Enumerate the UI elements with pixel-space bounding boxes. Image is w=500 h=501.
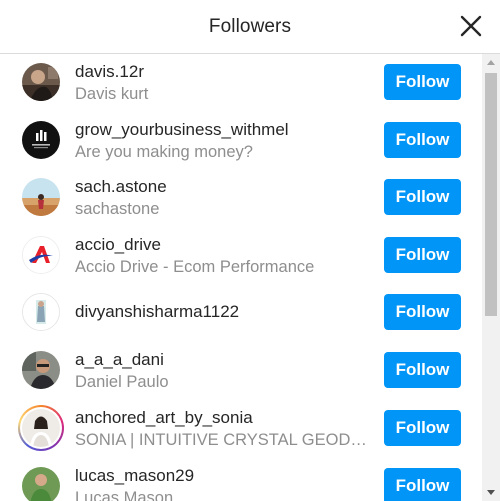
follower-username[interactable]: lucas_mason29 xyxy=(75,465,375,487)
avatar[interactable] xyxy=(22,351,60,389)
follow-button[interactable]: Follow xyxy=(384,237,461,273)
dialog-title: Followers xyxy=(208,15,292,37)
avatar[interactable] xyxy=(22,121,60,159)
avatar[interactable] xyxy=(22,178,60,216)
scroll-up-button[interactable] xyxy=(482,54,500,71)
scroll-down-button[interactable] xyxy=(482,484,500,501)
story-ring-avatar-icon xyxy=(22,409,60,447)
followers-dialog: Followers davis.12r Davis kurt Follow gr… xyxy=(0,0,500,501)
follower-username[interactable]: davis.12r xyxy=(75,61,375,83)
avatar[interactable] xyxy=(18,405,64,451)
list-item[interactable]: divyanshisharma1122 Follow xyxy=(0,284,482,341)
follower-username[interactable]: grow_yourbusiness_withmel xyxy=(75,119,375,141)
avatar[interactable] xyxy=(22,293,60,331)
avatar[interactable] xyxy=(22,467,60,501)
follower-username[interactable]: sach.astone xyxy=(75,176,375,198)
follow-button[interactable]: Follow xyxy=(384,410,461,446)
follow-button[interactable]: Follow xyxy=(384,352,461,388)
follower-full-name: Lucas Mason xyxy=(75,489,174,501)
follower-username[interactable]: anchored_art_by_sonia xyxy=(75,407,375,429)
follower-username[interactable]: divyanshisharma1122 xyxy=(75,301,375,323)
scrollbar-thumb[interactable] xyxy=(485,73,497,316)
chevron-up-icon xyxy=(487,60,495,65)
dialog-header: Followers xyxy=(0,0,500,54)
follower-username[interactable]: a_a_a_dani xyxy=(75,349,375,371)
list-item[interactable]: grow_yourbusiness_withmel Are you making… xyxy=(0,112,482,169)
avatar[interactable] xyxy=(22,63,60,101)
photo-avatar-icon xyxy=(23,294,59,330)
list-item[interactable]: davis.12r Davis kurt Follow xyxy=(0,54,482,111)
list-item[interactable]: a_a_a_dani Daniel Paulo Follow xyxy=(0,342,482,399)
follow-button[interactable]: Follow xyxy=(384,294,461,330)
close-icon xyxy=(460,15,482,37)
follow-button[interactable]: Follow xyxy=(384,64,461,100)
scrollbar[interactable] xyxy=(482,54,500,501)
logo-avatar-icon xyxy=(23,237,59,273)
photo-avatar-icon xyxy=(22,63,60,101)
follower-full-name: Are you making money? xyxy=(75,143,253,161)
close-button[interactable] xyxy=(458,13,484,39)
follow-button[interactable]: Follow xyxy=(384,122,461,158)
list-item[interactable]: anchored_art_by_sonia SONIA | INTUITIVE … xyxy=(0,400,482,457)
follower-full-name: sachastone xyxy=(75,200,160,218)
avatar[interactable] xyxy=(22,236,60,274)
chevron-down-icon xyxy=(487,490,495,495)
follow-button[interactable]: Follow xyxy=(384,468,461,501)
follow-button[interactable]: Follow xyxy=(384,179,461,215)
followers-list: davis.12r Davis kurt Follow grow_yourbus… xyxy=(0,54,482,501)
photo-avatar-icon xyxy=(22,351,60,389)
photo-avatar-icon xyxy=(22,178,60,216)
list-item[interactable]: sach.astone sachastone Follow xyxy=(0,169,482,226)
list-item[interactable]: lucas_mason29 Lucas Mason Follow xyxy=(0,458,482,501)
follower-full-name: Daniel Paulo xyxy=(75,373,169,391)
follower-full-name: Accio Drive - Ecom Performance xyxy=(75,258,315,276)
follower-username[interactable]: accio_drive xyxy=(75,234,375,256)
photo-avatar-icon xyxy=(22,467,60,501)
follower-full-name: Davis kurt xyxy=(75,85,149,103)
follower-full-name: SONIA | INTUITIVE CRYSTAL GEODE ... xyxy=(75,431,375,449)
logo-avatar-icon xyxy=(22,121,60,159)
list-item[interactable]: accio_drive Accio Drive - Ecom Performan… xyxy=(0,227,482,284)
